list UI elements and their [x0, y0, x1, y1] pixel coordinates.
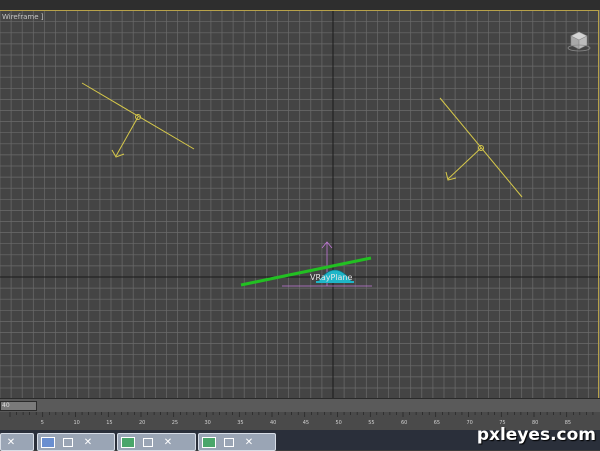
- ruler-tick-label: 30: [205, 420, 211, 426]
- taskbar-group-2[interactable]: ✕: [37, 433, 115, 451]
- time-slider-track[interactable]: [0, 398, 600, 413]
- watermark-text: pxleyes.com: [476, 425, 596, 445]
- ruler-tick-label: 15: [106, 420, 112, 426]
- window-icon[interactable]: [41, 436, 55, 448]
- ruler-tick-label: 5: [41, 420, 44, 426]
- ruler-tick-label: 40: [270, 420, 276, 426]
- ruler-tick-label: 20: [139, 420, 145, 426]
- ruler-tick-label: 10: [74, 420, 80, 426]
- window-icon[interactable]: [121, 436, 135, 448]
- maximize-icon[interactable]: [222, 436, 236, 448]
- ruler-tick-label: 70: [467, 420, 473, 426]
- taskbar-group-4[interactable]: ✕: [198, 433, 276, 451]
- taskbar-group-3[interactable]: ✕: [117, 433, 196, 451]
- viewport-top-strip: [0, 0, 600, 10]
- active-viewport-border: [0, 10, 599, 398]
- window-icon[interactable]: [202, 436, 216, 448]
- ruler-tick-label: 45: [303, 420, 309, 426]
- perspective-viewport[interactable]: VRayPlane Wireframe ]: [0, 0, 600, 398]
- ruler-tick-label: 60: [401, 420, 407, 426]
- ruler-tick-label: 35: [237, 420, 243, 426]
- close-icon[interactable]: ✕: [161, 436, 175, 448]
- close-icon[interactable]: ✕: [242, 436, 256, 448]
- taskbar-group-1[interactable]: ✕: [0, 433, 34, 451]
- maximize-icon[interactable]: [61, 436, 75, 448]
- ruler-tick-label: 50: [336, 420, 342, 426]
- ruler-tick-label: 55: [368, 420, 374, 426]
- close-icon[interactable]: ✕: [81, 436, 95, 448]
- close-icon[interactable]: ✕: [4, 436, 18, 448]
- ruler-tick-label: 25: [172, 420, 178, 426]
- maximize-icon[interactable]: [141, 436, 155, 448]
- ruler-tick-label: 65: [434, 420, 440, 426]
- time-slider-thumb[interactable]: 40: [0, 401, 37, 411]
- viewport-shading-label[interactable]: Wireframe ]: [2, 13, 43, 21]
- viewcube-icon[interactable]: [567, 30, 591, 52]
